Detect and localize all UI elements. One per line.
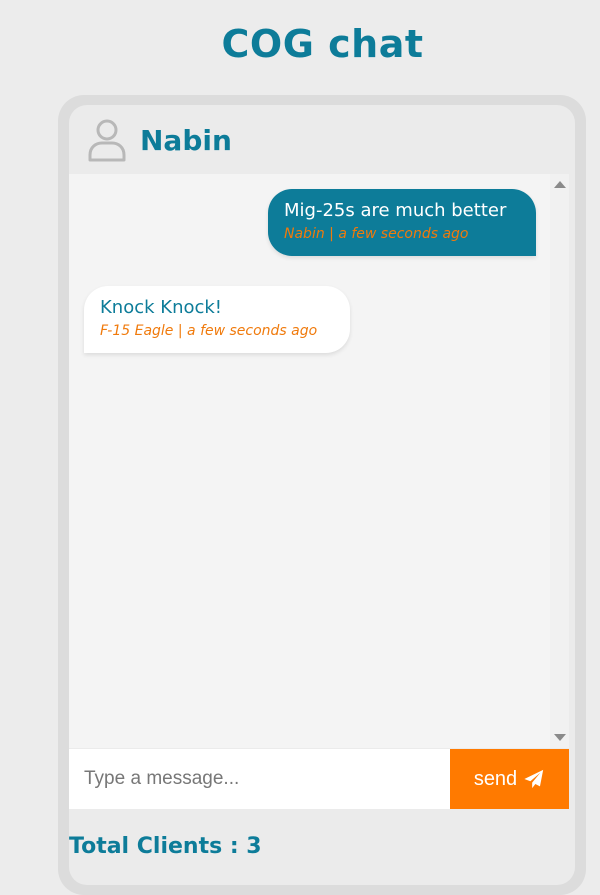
message-meta: Nabin | a few seconds ago	[284, 226, 469, 242]
scroll-up-arrow-icon[interactable]	[554, 181, 566, 188]
message-input[interactable]	[69, 749, 450, 809]
paper-plane-icon	[524, 769, 544, 789]
total-clients-count: Total Clients : 3	[69, 834, 262, 859]
send-button-label: send	[473, 767, 518, 790]
message-meta: F-15 Eagle | a few seconds ago	[100, 323, 318, 339]
message-list[interactable]	[69, 174, 550, 748]
user-icon	[88, 119, 126, 162]
chat-user-name: Nabin	[140, 124, 232, 157]
message-scrollbar[interactable]	[550, 174, 569, 748]
app-title: COG chat	[221, 22, 424, 66]
message-bubble-sent: Mig-25s are much better Nabin | a few se…	[268, 189, 536, 256]
message-bubble-received: Knock Knock! F-15 Eagle | a few seconds …	[84, 286, 350, 353]
scroll-down-arrow-icon[interactable]	[554, 734, 566, 741]
chat-header: Nabin	[69, 106, 575, 174]
message-text: Knock Knock!	[100, 297, 223, 318]
send-button[interactable]: send	[450, 749, 569, 809]
message-text: Mig-25s are much better	[284, 200, 507, 221]
